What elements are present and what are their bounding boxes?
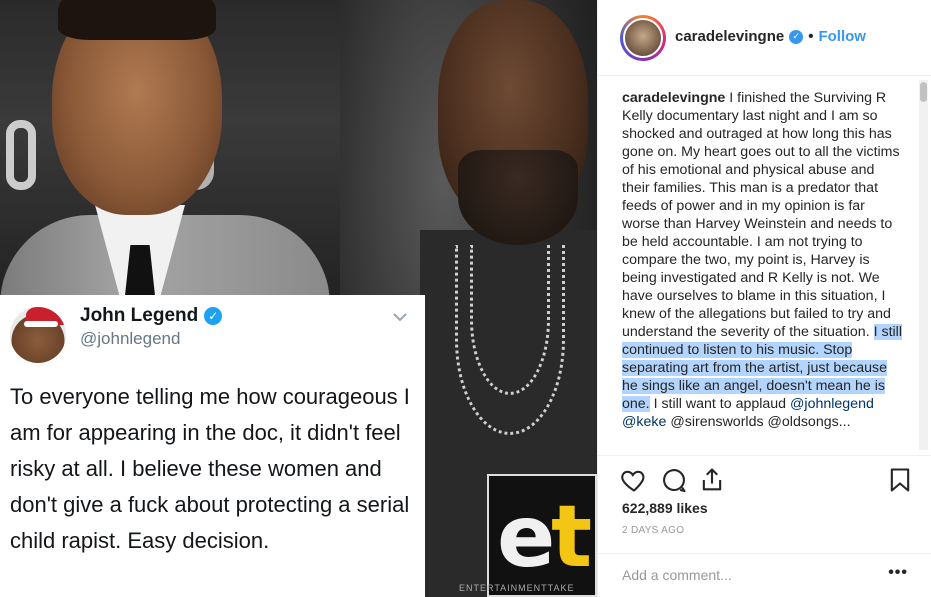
chain-necklace (470, 245, 550, 395)
santa-hat-trim (24, 321, 58, 327)
header-user-row: caradelevingne ✓ • Follow (675, 28, 866, 45)
person-right-beard (458, 150, 578, 245)
separator-dot: • (808, 28, 814, 45)
post-image[interactable]: John Legend ✓ @johnlegend To everyone te… (0, 0, 597, 597)
tweet-author-handle: @johnlegend (80, 329, 181, 348)
backdrop-letter-shape (6, 120, 36, 190)
share-icon[interactable] (698, 466, 726, 494)
avatar-photo (623, 18, 663, 58)
username-link[interactable]: caradelevingne (675, 28, 784, 45)
verified-badge-icon: ✓ (204, 307, 223, 325)
person-left-hair (58, 0, 216, 40)
scrollbar-thumb[interactable] (920, 82, 927, 102)
et-logo-strip-text: ENTERTAINMENTTAKE (459, 583, 575, 593)
post-actions: 622,889 likes 2 DAYS AGO ••• (598, 455, 931, 597)
avatar[interactable] (620, 15, 666, 61)
caption-scrollbar[interactable] (919, 80, 928, 450)
caption-text: I finished the Surviving R Kelly documen… (622, 90, 900, 340)
post-header: caradelevingne ✓ • Follow (598, 0, 931, 76)
tweet-author-name: John Legend ✓ (80, 305, 223, 327)
et-logo-letter-e: e (497, 487, 556, 587)
tweet-author-name-text: John Legend (80, 305, 199, 326)
follow-button[interactable]: Follow (818, 28, 866, 45)
comment-input[interactable] (622, 564, 872, 586)
heart-icon[interactable] (620, 466, 648, 494)
post-caption: caradelevingne I finished the Surviving … (622, 89, 902, 431)
caption-text: I still want to applaud (649, 396, 791, 412)
post-date[interactable]: 2 DAYS AGO (622, 525, 684, 536)
tweet-avatar (10, 307, 66, 363)
more-options-button[interactable]: ••• (888, 564, 908, 582)
comment-icon[interactable] (660, 466, 688, 494)
tweet-card: John Legend ✓ @johnlegend To everyone te… (0, 295, 425, 597)
et-logo-letter-t: t (551, 487, 593, 587)
comment-row: ••• (598, 553, 931, 597)
caption-text: @sirensworlds @oldsongs... (666, 414, 851, 430)
caption-username-link[interactable]: caradelevingne (622, 90, 725, 106)
tweet-text: To everyone telling me how courageous I … (10, 384, 410, 553)
caption-scroll-area[interactable]: caradelevingne I finished the Surviving … (598, 77, 931, 455)
mention-link[interactable]: @keke (622, 414, 666, 430)
post-sidebar: caradelevingne ✓ • Follow caradelevingne… (597, 0, 931, 597)
bookmark-icon[interactable] (886, 466, 914, 494)
chevron-down-icon (393, 309, 407, 327)
verified-badge-icon: ✓ (789, 29, 804, 44)
likes-count[interactable]: 622,889 likes (622, 500, 708, 516)
et-watermark-logo: e t ENTERTAINMENTTAKE (459, 474, 597, 597)
mention-link[interactable]: @johnlegend (790, 396, 874, 412)
